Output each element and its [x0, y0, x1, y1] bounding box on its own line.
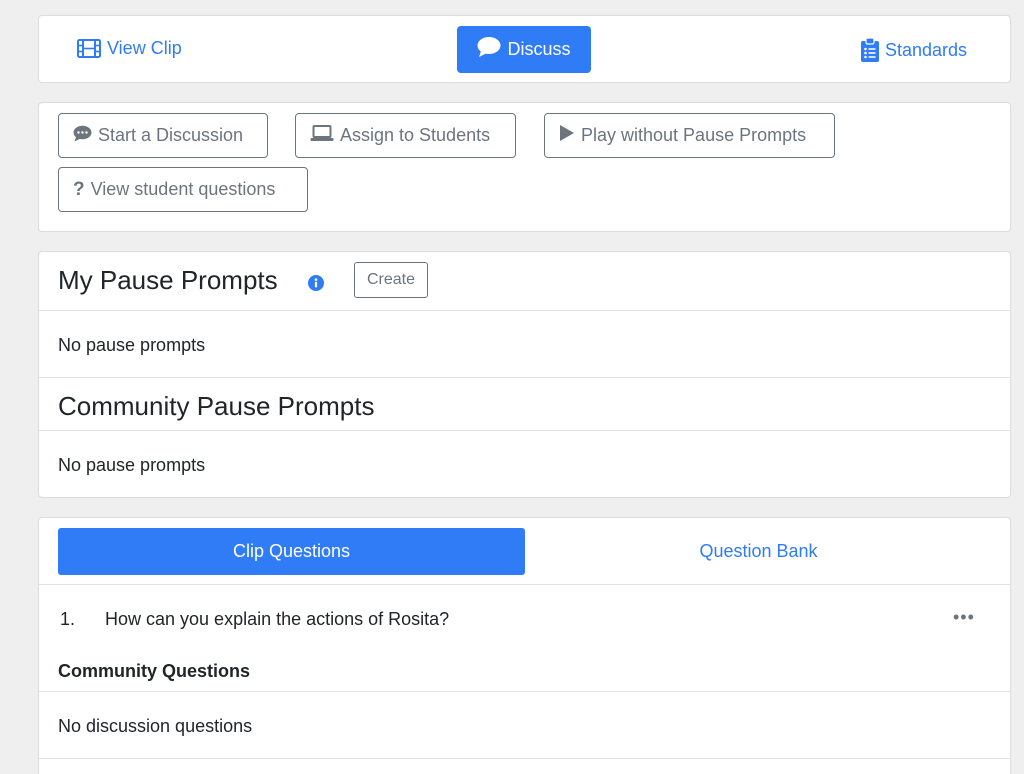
- question-text: How can you explain the actions of Rosit…: [105, 609, 450, 629]
- create-pause-prompt-button[interactable]: Create: [354, 262, 428, 298]
- discuss-button[interactable]: Discuss: [457, 26, 591, 73]
- tab-question-bank[interactable]: Question Bank: [525, 528, 992, 575]
- pause-prompts-panel: My Pause Prompts Create No pause prompts…: [38, 251, 1011, 498]
- play-without-prompts-button[interactable]: Play without Pause Prompts: [544, 113, 835, 158]
- assign-label: Assign to Students: [340, 125, 491, 145]
- assign-to-students-button[interactable]: Assign to Students: [295, 113, 516, 158]
- community-pause-prompts-title: Community Pause Prompts: [58, 391, 375, 421]
- discussion-actions: Start a Discussion Assign to Students Pl…: [38, 102, 1011, 232]
- discuss-label: Discuss: [507, 39, 571, 59]
- view-questions-label: View student questions: [90, 179, 276, 199]
- community-prompts-empty-text: No pause prompts: [58, 455, 206, 475]
- question-icon: ?: [73, 178, 85, 200]
- my-pause-prompts-title: My Pause Prompts: [58, 265, 278, 295]
- divider: [39, 758, 1010, 759]
- question-number: 1.: [60, 609, 76, 629]
- start-discussion-label: Start a Discussion: [98, 125, 244, 145]
- view-clip-link[interactable]: View Clip: [77, 38, 182, 59]
- divider: [39, 310, 1010, 311]
- community-questions-title: Community Questions: [58, 661, 251, 681]
- info-icon[interactable]: [308, 275, 324, 296]
- my-prompts-empty-text: No pause prompts: [58, 335, 206, 355]
- film-icon: [77, 39, 101, 58]
- no-discussion-questions-text: No discussion questions: [58, 716, 253, 736]
- play-icon: [559, 124, 575, 147]
- divider: [39, 377, 1010, 378]
- view-clip-label: View Clip: [107, 38, 182, 58]
- divider: [39, 430, 1010, 431]
- start-discussion-button[interactable]: Start a Discussion: [58, 113, 268, 158]
- divider: [39, 691, 1010, 692]
- more-options-icon[interactable]: •••: [953, 607, 975, 628]
- laptop-icon: [310, 124, 334, 147]
- questions-panel: Clip Questions Question Bank 1. How can …: [38, 517, 1011, 774]
- standards-link[interactable]: Standards: [861, 38, 967, 62]
- speech-bubble-icon: [477, 36, 501, 63]
- standards-label: Standards: [885, 39, 968, 60]
- view-student-questions-button[interactable]: ? View student questions: [58, 167, 308, 212]
- play-label: Play without Pause Prompts: [581, 125, 807, 145]
- clipboard-list-icon: [861, 38, 879, 62]
- view-mode-nav: View Clip Discuss Standards: [38, 15, 1011, 83]
- divider: [39, 584, 1010, 585]
- comment-dots-icon: [73, 125, 92, 147]
- tab-clip-questions[interactable]: Clip Questions: [58, 528, 525, 575]
